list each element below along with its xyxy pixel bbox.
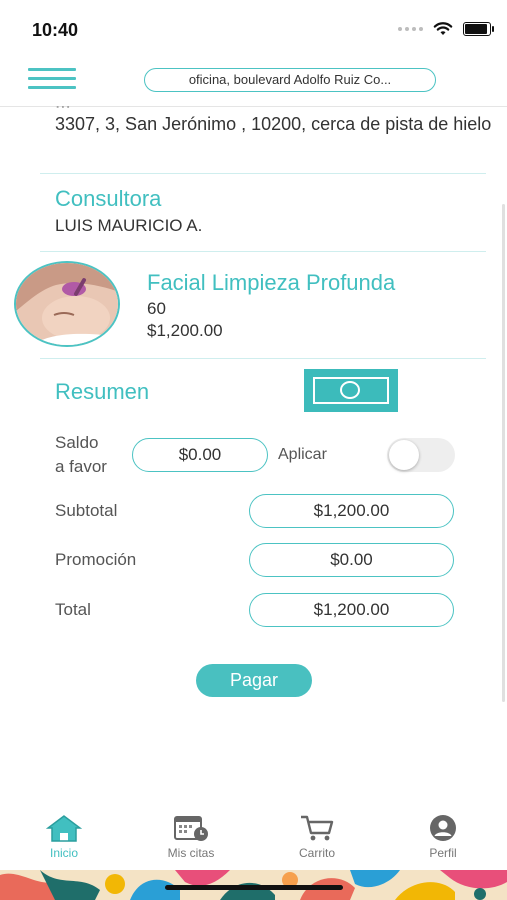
tab-inicio[interactable]: Inicio xyxy=(19,814,109,860)
tab-perfil[interactable]: Perfil xyxy=(398,814,488,860)
tab-inicio-label: Inicio xyxy=(49,846,78,860)
tab-mis-citas-label: Mis citas xyxy=(167,846,215,860)
tab-perfil-label: Perfil xyxy=(429,846,457,860)
total-label: Total xyxy=(55,600,91,619)
appointment-summary: ... 3307, 3, San Jerónimo , 10200, cerca… xyxy=(0,106,507,806)
consultant-name: LUIS MAURICIO A. xyxy=(55,216,203,235)
pay-button[interactable]: Pagar xyxy=(196,664,312,697)
scrollbar[interactable] xyxy=(502,204,505,702)
home-indicator[interactable] xyxy=(165,885,343,890)
cash-icon xyxy=(304,369,398,412)
summary-title: Resumen xyxy=(55,379,150,404)
battery-icon xyxy=(463,22,494,36)
app-header: oficina, boulevard Adolfo Ruiz Co... xyxy=(0,58,507,107)
wifi-icon xyxy=(433,22,453,35)
promo-value: $0.00 xyxy=(249,543,454,577)
divider xyxy=(40,173,486,174)
balance-value: $0.00 xyxy=(132,438,268,472)
signal-icon xyxy=(398,27,423,31)
subtotal-value: $1,200.00 xyxy=(249,494,454,528)
tab-mis-citas[interactable]: Mis citas xyxy=(146,814,236,860)
subtotal-label: Subtotal xyxy=(55,501,118,520)
cart-icon xyxy=(301,815,334,841)
balance-label-2: a favor xyxy=(55,457,107,476)
divider xyxy=(40,358,486,359)
total-value: $1,200.00 xyxy=(249,593,454,627)
calendar-clock-icon xyxy=(174,816,208,841)
apply-balance-label: Aplicar xyxy=(278,446,327,463)
status-bar: 10:40 xyxy=(0,0,507,58)
profile-icon xyxy=(430,815,456,841)
tab-bar: Inicio Mis citas Carrito Perfil xyxy=(0,806,507,870)
balance-label: Saldo xyxy=(55,433,99,452)
service-price: $1,200.00 xyxy=(147,321,223,340)
apply-balance-toggle[interactable] xyxy=(387,438,455,472)
service-image xyxy=(14,261,120,347)
tab-carrito-label: Carrito xyxy=(298,846,335,860)
tab-carrito[interactable]: Carrito xyxy=(272,814,362,860)
service-duration: 60 xyxy=(147,299,166,318)
divider xyxy=(40,251,486,252)
status-time: 10:40 xyxy=(32,20,79,40)
home-icon xyxy=(46,815,82,842)
menu-icon[interactable] xyxy=(28,68,76,94)
appointment-address: 3307, 3, San Jerónimo , 10200, cerca de … xyxy=(55,114,492,134)
service-title: Facial Limpieza Profunda xyxy=(147,270,396,295)
address-selector[interactable]: oficina, boulevard Adolfo Ruiz Co... xyxy=(144,68,436,92)
consultant-title: Consultora xyxy=(55,186,162,211)
status-icons xyxy=(398,22,494,36)
promo-label: Promoción xyxy=(55,550,137,569)
